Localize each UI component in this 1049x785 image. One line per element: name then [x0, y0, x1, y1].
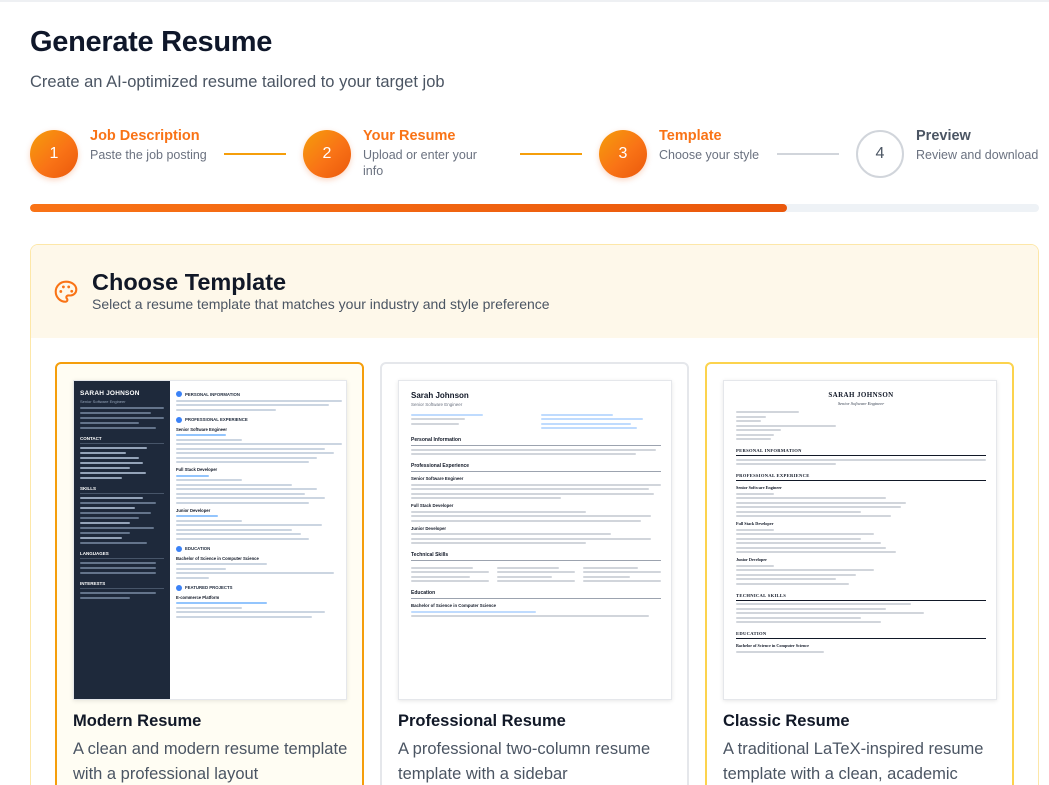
preview-section-title: PROFESSIONAL EXPERIENCE	[185, 417, 248, 422]
palette-icon	[54, 280, 78, 303]
preview-section-title: FEATURED PROJECTS	[185, 585, 233, 590]
preview-job-title: Full Stack Developer	[736, 521, 774, 526]
step-title: Preview	[916, 128, 971, 144]
preview-job-title: Full Stack Developer	[411, 503, 454, 508]
preview-section-title: PERSONAL INFORMATION	[185, 391, 240, 397]
preview-section-title: PROFESSIONAL EXPERIENCE	[736, 473, 986, 481]
step-description: Paste the job posting	[90, 148, 207, 162]
preview-job-title: Senior Software Engineer	[736, 485, 782, 490]
progress-fill	[30, 204, 787, 212]
template-card-professional[interactable]: Sarah Johnson Senior Software Engineer P…	[380, 362, 689, 785]
step-description: Review and download	[916, 148, 1039, 162]
step-connector	[520, 153, 582, 155]
preview-section-title: SKILLS	[80, 486, 164, 494]
preview-job-title: Junior Developer	[176, 507, 211, 513]
template-name: Classic Resume	[723, 712, 850, 730]
preview-job-title: Senior Software Engineer	[176, 426, 227, 432]
panel-header: Choose Template Select a resume template…	[31, 245, 1038, 338]
preview-role: Senior Software Engineer	[411, 402, 463, 407]
preview-name: Sarah Johnson	[411, 391, 469, 400]
preview-job-title: Junior Developer	[736, 557, 767, 562]
preview-job-title: Junior Developer	[411, 525, 447, 531]
preview-project-title: E-commerce Platform	[176, 594, 220, 600]
preview-degree: Bachelor of Science in Computer Science	[411, 603, 497, 608]
step-description: Upload or enter your info	[363, 148, 477, 178]
preview-name: SARAH JOHNSON	[828, 391, 894, 399]
preview-section-title: PERSONAL INFORMATION	[736, 448, 986, 456]
step-number-badge: 1	[30, 130, 78, 178]
preview-section-title: Personal Information	[411, 437, 661, 446]
preview-sidebar: SARAH JOHNSON Senior Software Engineer C…	[74, 381, 170, 699]
preview-section-title: Professional Experience	[411, 463, 661, 472]
step-title: Job Description	[90, 128, 200, 144]
preview-main: PERSONAL INFORMATION PROFESSIONAL EXPERI…	[174, 387, 344, 620]
template-preview-modern: SARAH JOHNSON Senior Software Engineer C…	[73, 380, 347, 700]
preview-section-title: LANGUAGES	[80, 551, 164, 559]
preview-degree: Bachelor of Science in Computer Science	[176, 555, 259, 561]
step-title: Your Resume	[363, 128, 456, 144]
progress-bar	[30, 204, 1039, 212]
section-subtitle: Select a resume template that matches yo…	[92, 296, 550, 312]
preview-role: Senior Software Engineer	[80, 399, 126, 404]
preview-degree: Bachelor of Science in Computer Science	[736, 643, 809, 648]
preview-section-title: Technical Skills	[411, 552, 661, 561]
template-card-modern[interactable]: SARAH JOHNSON Senior Software Engineer C…	[55, 362, 364, 785]
preview-section-title: EDUCATION	[736, 631, 986, 639]
preview-section-title: EDUCATION	[185, 546, 211, 551]
stepper: 1 Job Description Paste the job posting …	[30, 128, 1040, 184]
template-description: A traditional LaTeX-inspired resume temp…	[723, 740, 984, 783]
preview-job-title: Senior Software Engineer	[411, 476, 464, 481]
preview-section-title: CONTACT	[80, 436, 164, 444]
step-number-badge: 2	[303, 130, 351, 178]
section-title: Choose Template	[92, 269, 287, 295]
step-connector	[777, 153, 839, 155]
preview-role: Senior Software Engineer	[837, 401, 885, 406]
preview-section-title: Education	[411, 590, 661, 599]
template-description: A professional two-column resume templat…	[398, 740, 651, 783]
template-preview-classic: SARAH JOHNSON Senior Software Engineer P…	[723, 380, 997, 700]
step-connector	[224, 153, 286, 155]
preview-job-title: Full Stack Developer	[176, 467, 218, 472]
choose-template-panel: Choose Template Select a resume template…	[30, 244, 1039, 785]
template-preview-professional: Sarah Johnson Senior Software Engineer P…	[398, 380, 672, 700]
step-description: Choose your style	[659, 148, 760, 162]
step-number-badge: 4	[856, 130, 904, 178]
page-title: Generate Resume	[30, 26, 273, 58]
page-subtitle: Create an AI-optimized resume tailored t…	[30, 73, 445, 91]
template-card-classic[interactable]: SARAH JOHNSON Senior Software Engineer P…	[705, 362, 1014, 785]
template-name: Modern Resume	[73, 712, 202, 730]
step-number-badge: 3	[599, 130, 647, 178]
preview-section-title: INTERESTS	[80, 581, 164, 589]
step-title: Template	[659, 128, 722, 144]
preview-section-title: TECHNICAL SKILLS	[736, 593, 986, 601]
template-name: Professional Resume	[398, 712, 566, 730]
template-description: A clean and modern resume template with …	[73, 740, 348, 783]
preview-name: SARAH JOHNSON	[80, 390, 140, 397]
top-border	[0, 0, 1049, 2]
